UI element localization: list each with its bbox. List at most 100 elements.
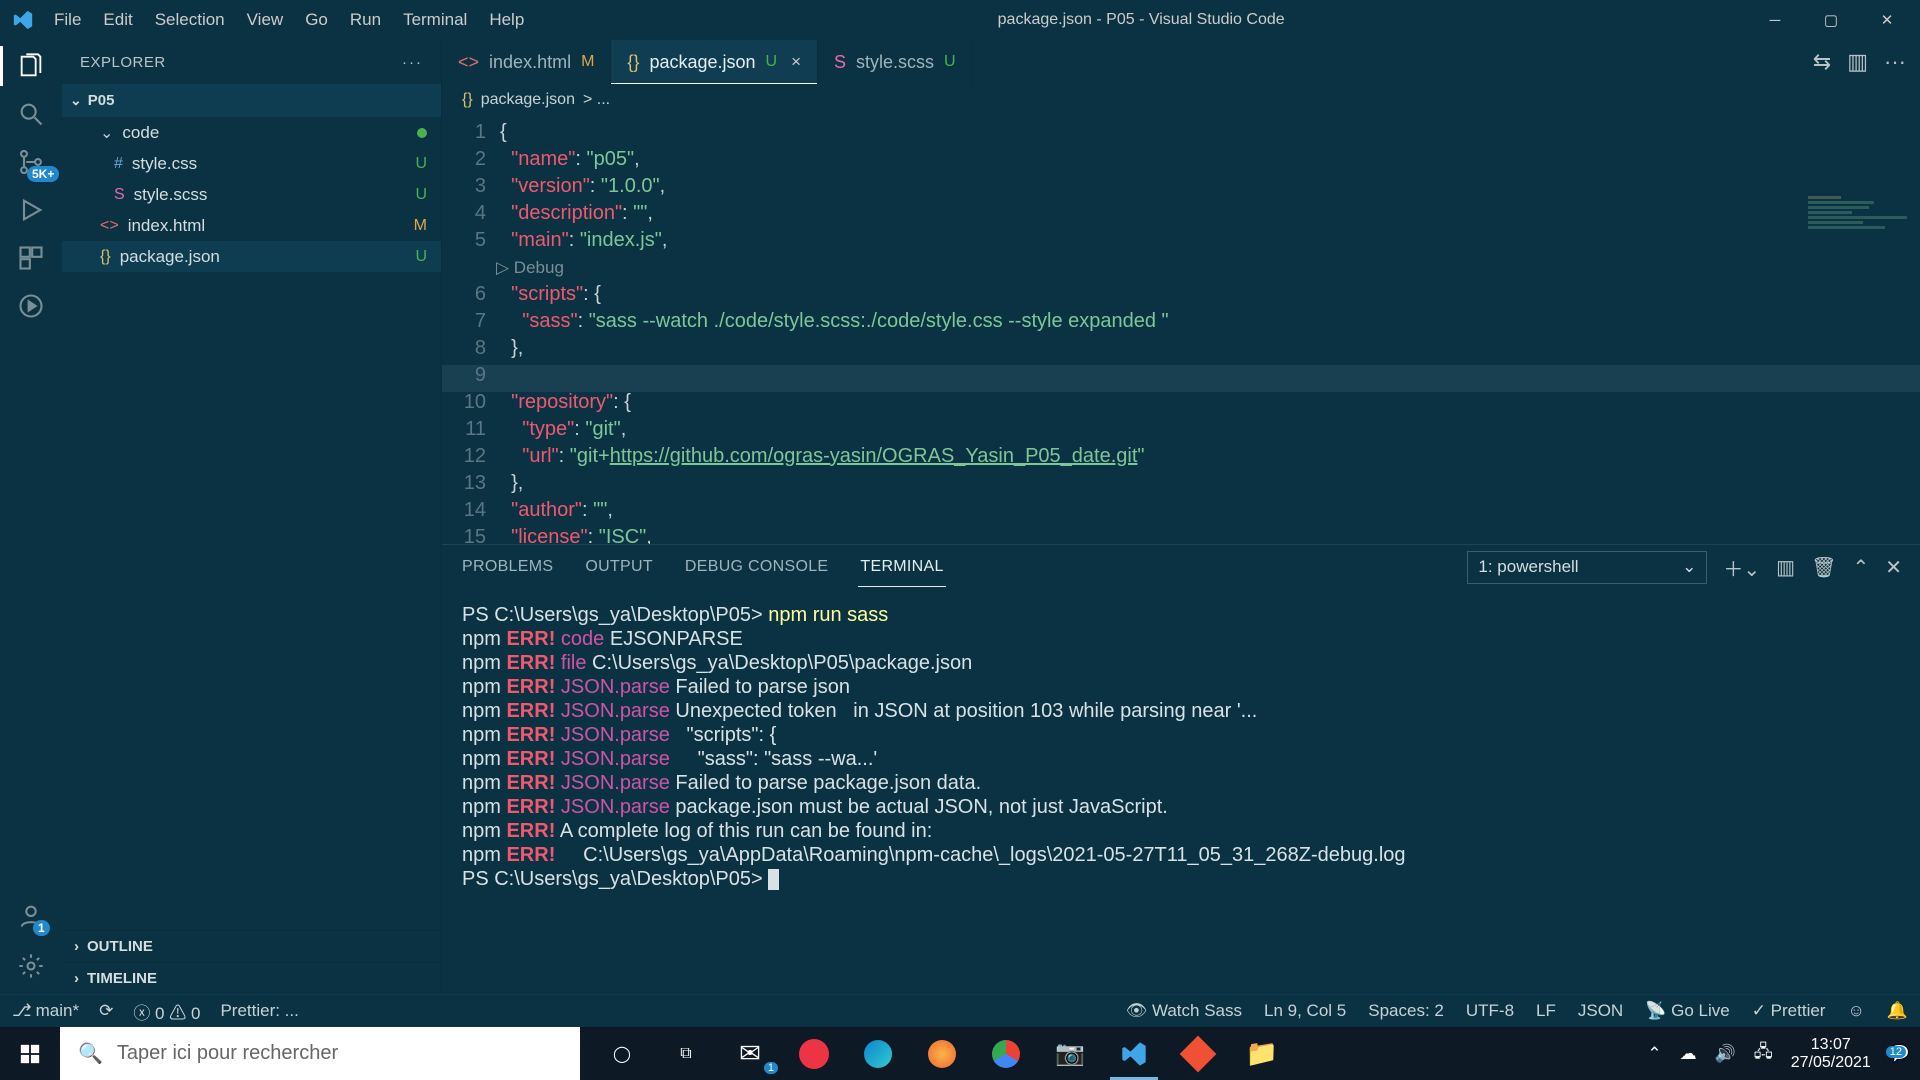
opera-icon[interactable] (782, 1027, 846, 1080)
live-server-icon[interactable] (13, 288, 49, 324)
menu-go[interactable]: Go (295, 6, 338, 34)
minimap[interactable] (1808, 196, 1918, 296)
status-language[interactable]: JSON (1578, 1001, 1623, 1021)
new-terminal-icon[interactable]: ＋⌄ (1723, 553, 1760, 582)
window-title: package.json - P05 - Visual Studio Code (534, 11, 1748, 29)
filename: style.css (132, 154, 416, 174)
sidebar-section-timeline[interactable]: ›TIMELINE (62, 962, 441, 994)
tab-close-icon[interactable]: × (791, 52, 801, 72)
git-status: U (415, 186, 427, 204)
taskbar-search[interactable]: 🔍 Taper ici pour rechercher (60, 1027, 580, 1080)
accounts-icon[interactable]: 1 (13, 898, 49, 934)
status-watch-sass[interactable]: 👁 Watch Sass (1126, 1001, 1242, 1021)
cortana-icon[interactable]: ◯ (590, 1027, 654, 1080)
menu-view[interactable]: View (237, 6, 294, 34)
git-status: U (415, 248, 427, 266)
mail-app-icon[interactable]: ✉1 (718, 1027, 782, 1080)
panel-tab-terminal[interactable]: TERMINAL (858, 548, 945, 587)
tray-volume-icon[interactable]: 🔊 (1715, 1044, 1736, 1064)
status-prettier[interactable]: ✓ Prettier (1752, 1001, 1826, 1021)
sidebar: EXPLORER ··· ⌄ P05 ⌄code#style.cssUSstyl… (62, 40, 442, 994)
tray-overflow-icon[interactable]: ⌃ (1647, 1044, 1661, 1064)
split-terminal-icon[interactable]: ▥ (1776, 555, 1795, 580)
file-tree: ⌄code#style.cssUSstyle.scssU<>index.html… (62, 117, 441, 930)
vscode-taskbar-icon[interactable] (1102, 1027, 1166, 1080)
sidebar-more-icon[interactable]: ··· (402, 54, 423, 71)
editor-tab[interactable]: Sstyle.scssU (818, 40, 973, 84)
tray-network-icon[interactable]: 🖧 (1754, 1039, 1773, 1068)
code-editor[interactable]: 12345 6789101112131415 { "name": "p05", … (442, 116, 1920, 544)
task-view-icon[interactable]: ⧉ (654, 1027, 718, 1080)
panel-tab-debug-console[interactable]: DEBUG CONSOLE (683, 548, 831, 586)
scm-badge: 5K+ (27, 166, 59, 182)
sidebar-section-outline[interactable]: ›OUTLINE (62, 930, 441, 962)
firefox-icon[interactable] (910, 1027, 974, 1080)
status-spaces[interactable]: Spaces: 2 (1368, 1001, 1444, 1021)
status-bar: ⎇main* ⟳ ⓧ 0 ⚠ 0 Prettier: ... 👁 Watch S… (0, 994, 1920, 1027)
tree-item[interactable]: #style.cssU (62, 148, 441, 179)
camera-icon[interactable]: 📷 (1038, 1027, 1102, 1080)
status-prettier-loading[interactable]: Prettier: ... (220, 1001, 298, 1021)
split-icon[interactable]: ▥ (1847, 49, 1868, 75)
window-maximize-button[interactable]: ▢ (1804, 1, 1858, 39)
tree-item[interactable]: {}package.jsonU (62, 241, 441, 272)
search-icon[interactable] (13, 96, 49, 132)
menu-run[interactable]: Run (340, 6, 391, 34)
start-button[interactable] (0, 1027, 60, 1080)
settings-gear-icon[interactable] (13, 948, 49, 984)
menu-bar: FileEditSelectionViewGoRunTerminalHelp (44, 6, 534, 34)
run-debug-icon[interactable] (13, 192, 49, 228)
tree-item[interactable]: ⌄code (62, 117, 441, 148)
close-panel-icon[interactable]: ✕ (1885, 555, 1902, 580)
more-icon[interactable]: ··· (1884, 49, 1906, 75)
status-cursor-pos[interactable]: Ln 9, Col 5 (1264, 1001, 1346, 1021)
status-problems[interactable]: ⓧ 0 ⚠ 0 (133, 999, 200, 1024)
menu-help[interactable]: Help (479, 6, 534, 34)
terminal[interactable]: PS C:\Users\gs_ya\Desktop\P05> npm run s… (442, 589, 1920, 994)
taskbar-clock[interactable]: 13:07 27/05/2021 (1791, 1036, 1871, 1072)
extensions-icon[interactable] (13, 240, 49, 276)
editor-tab[interactable]: <>index.htmlM (442, 40, 611, 84)
chrome-icon[interactable] (974, 1027, 1038, 1080)
status-sync-icon[interactable]: ⟳ (99, 1001, 113, 1021)
panel-tab-problems[interactable]: PROBLEMS (460, 548, 555, 586)
editor-tab[interactable]: {}package.jsonU× (611, 40, 818, 84)
menu-terminal[interactable]: Terminal (393, 6, 477, 34)
source-control-icon[interactable]: 5K+ (13, 144, 49, 180)
terminal-selector[interactable]: 1: powershell⌄ (1467, 551, 1707, 584)
scss-icon: S (114, 186, 125, 204)
menu-edit[interactable]: Edit (93, 6, 142, 34)
activity-bar: 5K+ 1 (0, 40, 62, 994)
sidebar-folder-root[interactable]: ⌄ P05 (62, 84, 441, 117)
explorer-icon[interactable] (13, 48, 49, 84)
window-close-button[interactable]: ✕ (1860, 1, 1914, 39)
status-encoding[interactable]: UTF-8 (1466, 1001, 1514, 1021)
compare-icon[interactable]: ⇆ (1813, 49, 1831, 75)
git-icon[interactable] (1166, 1027, 1230, 1080)
tray-onedrive-icon[interactable]: ☁ (1680, 1044, 1697, 1064)
menu-file[interactable]: File (44, 6, 91, 34)
breadcrumb[interactable]: {} package.json > ... (442, 84, 1920, 116)
notifications-icon[interactable]: 💬12 (1889, 1044, 1910, 1064)
status-go-live[interactable]: 📡 Go Live (1645, 1001, 1729, 1021)
status-feedback-icon[interactable]: ☺ (1847, 1001, 1864, 1021)
menu-selection[interactable]: Selection (145, 6, 235, 34)
status-bell-icon[interactable]: 🔔 (1887, 1001, 1908, 1021)
kill-terminal-icon[interactable]: 🗑 (1811, 555, 1836, 580)
html-icon: <> (100, 217, 119, 235)
accounts-badge: 1 (33, 920, 50, 936)
edge-icon[interactable] (846, 1027, 910, 1080)
window-minimize-button[interactable]: ─ (1748, 1, 1802, 39)
tab-git-status: U (766, 53, 778, 71)
tab-label: index.html (489, 52, 571, 73)
status-branch[interactable]: ⎇main* (12, 1001, 79, 1021)
tab-git-status: U (944, 53, 956, 71)
search-icon: 🔍 (78, 1041, 103, 1066)
tree-item[interactable]: Sstyle.scssU (62, 179, 441, 210)
panel-tab-output[interactable]: OUTPUT (583, 548, 655, 586)
maximize-panel-icon[interactable]: ⌃ (1852, 555, 1869, 580)
tree-item[interactable]: <>index.htmlM (62, 210, 441, 241)
breadcrumb-rest: > ... (583, 91, 610, 109)
file-explorer-icon[interactable]: 📁 (1230, 1027, 1294, 1080)
status-eol[interactable]: LF (1536, 1001, 1556, 1021)
